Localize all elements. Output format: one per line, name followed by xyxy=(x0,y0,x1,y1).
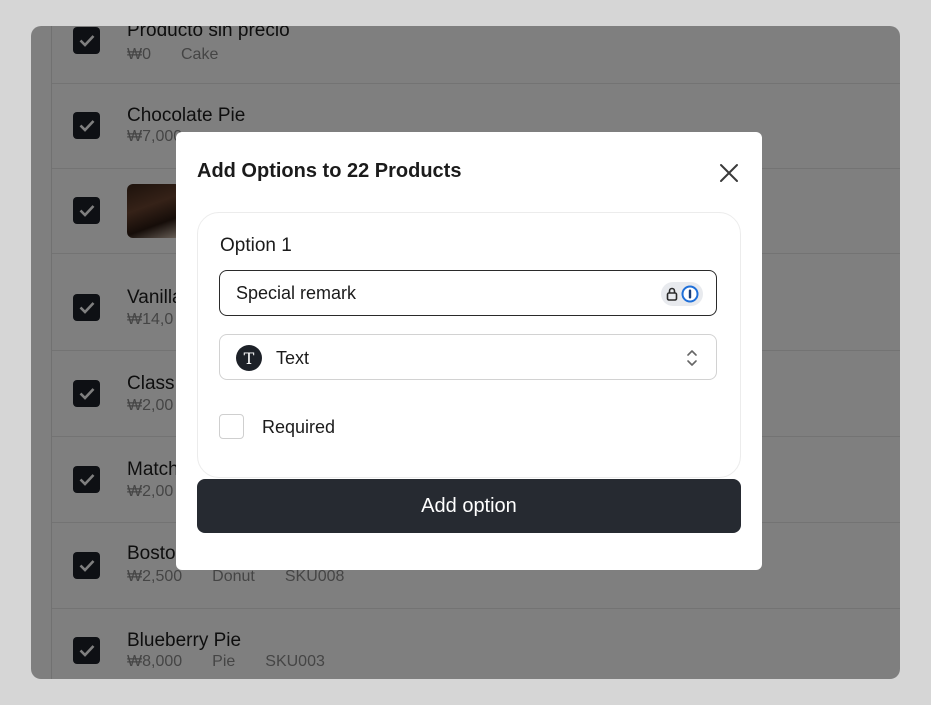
dialog-title: Add Options to 22 Products xyxy=(197,160,462,182)
chevron-updown-icon xyxy=(687,350,697,366)
password-key-icon xyxy=(681,285,698,303)
close-icon xyxy=(720,164,738,182)
text-type-icon: T xyxy=(236,345,262,371)
lock-icon xyxy=(666,287,677,301)
add-options-dialog: Add Options to 22 Products Option 1 T Te… xyxy=(176,132,762,570)
add-option-button[interactable]: Add option xyxy=(197,479,741,533)
close-button[interactable] xyxy=(716,160,742,186)
password-manager-badge[interactable] xyxy=(661,282,703,306)
option-card: Option 1 T Text Required xyxy=(197,212,741,478)
option-label: Option 1 xyxy=(220,235,292,256)
option-name-input[interactable] xyxy=(219,270,717,316)
option-type-value: Text xyxy=(276,348,310,368)
required-checkbox[interactable] xyxy=(219,414,244,439)
required-label: Required xyxy=(262,417,336,437)
option-type-select[interactable]: T Text xyxy=(219,334,717,380)
